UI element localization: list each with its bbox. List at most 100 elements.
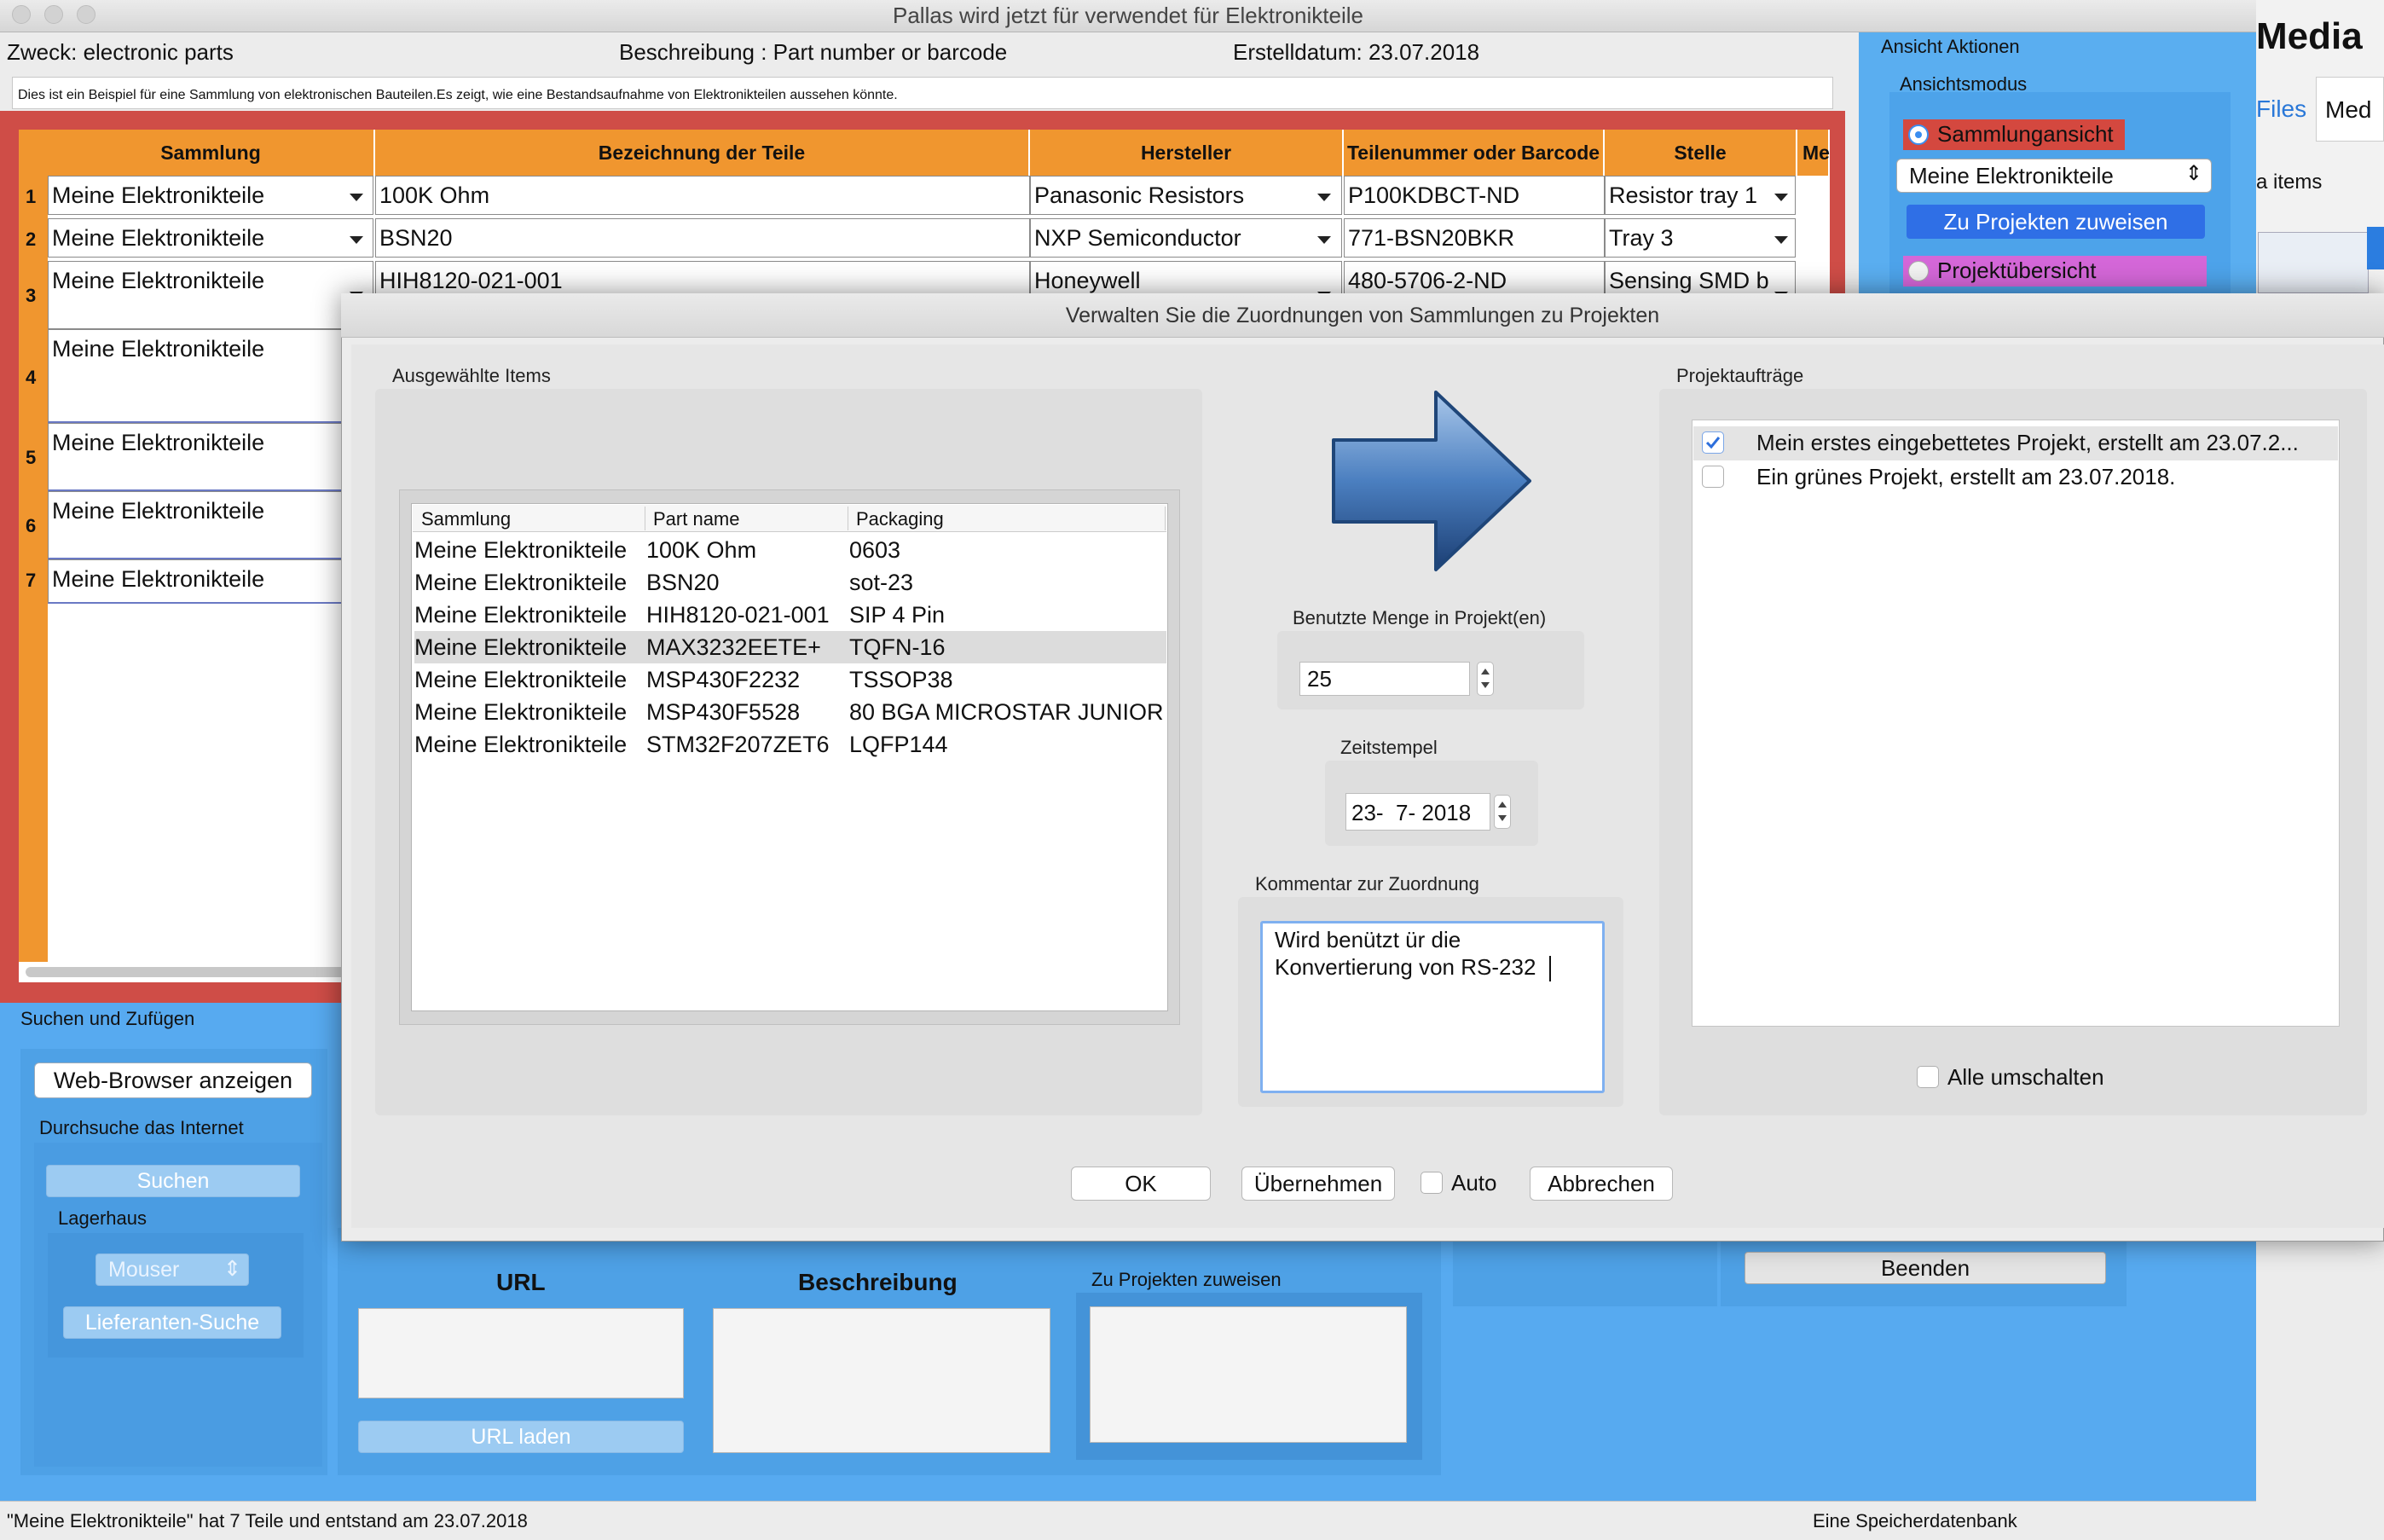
files-tab[interactable]: Files bbox=[2256, 96, 2306, 123]
collection-info-field[interactable]: Dies ist ein Beispiel für eine Sammlung … bbox=[12, 77, 1833, 109]
table-cell-hersteller[interactable]: Panasonic Resistors bbox=[1030, 176, 1342, 215]
assign-projects-field[interactable] bbox=[1090, 1306, 1407, 1443]
col-header-sammlung[interactable]: Sammlung bbox=[421, 508, 511, 530]
table-row[interactable]: Meine Elektronikteile STM32F207ZET6 LQFP14… bbox=[414, 728, 1166, 761]
table-row-selected[interactable]: Meine Elektronikteile MAX3232EETE+ TQFN-16 bbox=[414, 631, 1166, 663]
thumbnail-image bbox=[2258, 232, 2369, 293]
checkmark-icon bbox=[1705, 437, 1721, 449]
table-cell-teilenummer[interactable]: 771-BSN20BKR bbox=[1344, 218, 1605, 258]
chevron-down-icon[interactable] bbox=[344, 177, 369, 214]
chevron-down-icon[interactable] bbox=[1768, 177, 1794, 214]
assign-to-projects-button[interactable]: Zu Projekten zuweisen bbox=[1907, 205, 2205, 239]
timestamp-value: 23- 7- 2018 bbox=[1351, 800, 1472, 825]
projects-list bbox=[1692, 420, 2340, 1027]
project-item-label: Mein erstes eingebettetes Projekt, erste… bbox=[1756, 430, 2299, 455]
table-cell-sammlung[interactable]: Meine Elektronikteile bbox=[48, 329, 373, 423]
med-tab[interactable]: Med bbox=[2316, 77, 2384, 142]
med-tab-label: Med bbox=[2325, 96, 2372, 123]
toggle-all-checkbox[interactable] bbox=[1917, 1066, 1939, 1088]
comment-textarea[interactable]: Wird benützt ür die Konvertierung von RS… bbox=[1260, 921, 1605, 1093]
updown-chevron-icon: ⇕ bbox=[2184, 162, 2202, 185]
chevron-down-icon[interactable] bbox=[1311, 177, 1337, 214]
radio-selected-icon bbox=[1908, 124, 1929, 145]
table-row[interactable]: Meine Elektronikteile HIH8120-021-001 SIP … bbox=[414, 599, 1166, 631]
apply-button[interactable]: Übernehmen bbox=[1241, 1167, 1395, 1201]
table-cell-sammlung[interactable]: Meine Elektronikteile bbox=[48, 176, 373, 215]
col-header-sammlung[interactable]: Sammlung bbox=[48, 130, 375, 176]
row-number-column bbox=[19, 130, 48, 962]
web-browser-button[interactable]: Web-Browser anzeigen bbox=[34, 1062, 312, 1098]
status-right-text: Eine Speicherdatenbank bbox=[1813, 1510, 2017, 1531]
url-field[interactable] bbox=[358, 1308, 684, 1398]
collection-select-value: Meine Elektronikteile bbox=[1909, 163, 2114, 188]
window-title: Pallas wird jetzt für verwendet für Elek… bbox=[892, 3, 1363, 28]
timestamp-input[interactable]: 23- 7- 2018 bbox=[1345, 793, 1490, 831]
table-cell-sammlung[interactable]: Meine Elektronikteile bbox=[48, 491, 373, 559]
quantity-input[interactable]: 25 bbox=[1299, 662, 1470, 696]
radio-projects-label: Projektübersicht bbox=[1937, 258, 2097, 283]
col-header-bezeichnung[interactable]: Bezeichnung der Teile bbox=[375, 130, 1030, 176]
table-cell-bezeichnung[interactable]: 100K Ohm bbox=[375, 176, 1030, 215]
quit-button[interactable]: Beenden bbox=[1745, 1252, 2106, 1284]
status-left-text: "Meine Elektronikteile" hat 7 Teile und … bbox=[7, 1510, 528, 1531]
warehouse-select-value: Mouser bbox=[108, 1258, 180, 1282]
warehouse-group bbox=[48, 1233, 304, 1358]
quantity-value: 25 bbox=[1307, 666, 1332, 692]
col-header-packaging[interactable]: Packaging bbox=[856, 508, 944, 530]
background-window: Media Files Med a items bbox=[2256, 0, 2384, 293]
timestamp-stepper[interactable] bbox=[1494, 795, 1511, 829]
table-row[interactable]: Meine Elektronikteile MSP430F2232 TSSOP38 bbox=[414, 663, 1166, 696]
window-title-bar: Pallas wird jetzt für verwendet für Elek… bbox=[0, 0, 2256, 32]
items-select-label: a items bbox=[2256, 171, 2323, 194]
col-header-stelle[interactable]: Stelle bbox=[1605, 130, 1797, 176]
table-cell-hersteller[interactable]: NXP Semiconductor bbox=[1030, 218, 1342, 258]
table-cell-sammlung[interactable]: Meine Elektronikteile bbox=[48, 261, 373, 329]
media-title: Media bbox=[2256, 15, 2363, 57]
table-row[interactable]: Meine Elektronikteile BSN20 sot-23 bbox=[414, 566, 1166, 599]
collection-info-text: Dies ist ein Beispiel für eine Sammlung … bbox=[18, 88, 898, 102]
description-field[interactable] bbox=[713, 1308, 1050, 1453]
quantity-stepper[interactable] bbox=[1477, 662, 1494, 696]
row-number: 3 bbox=[26, 285, 37, 306]
col-header-me[interactable]: Me bbox=[1797, 130, 1830, 176]
table-cell-sammlung[interactable]: Meine Elektronikteile bbox=[48, 423, 373, 491]
cancel-button[interactable]: Abbrechen bbox=[1530, 1167, 1673, 1201]
table-row[interactable]: Meine Elektronikteile MSP430F5528 80 BGA M… bbox=[414, 696, 1166, 728]
col-header-hersteller[interactable]: Hersteller bbox=[1030, 130, 1344, 176]
col-header-teilenummer[interactable]: Teilenummer oder Barcode bbox=[1344, 130, 1605, 176]
collection-select[interactable]: Meine Elektronikteile ⇕ bbox=[1896, 159, 2212, 193]
project-item-label: Ein grünes Projekt, erstellt am 23.07.20… bbox=[1756, 464, 2176, 489]
load-url-button[interactable]: URL laden bbox=[358, 1421, 684, 1453]
project-checkbox-checked[interactable] bbox=[1702, 431, 1724, 454]
project-checkbox[interactable] bbox=[1702, 466, 1724, 488]
col-header-part-name[interactable]: Part name bbox=[653, 508, 740, 530]
table-cell-stelle[interactable]: Tray 3 bbox=[1605, 218, 1796, 258]
ok-button[interactable]: OK bbox=[1071, 1167, 1211, 1201]
radio-project-overview[interactable]: Projektübersicht bbox=[1903, 256, 2207, 287]
row-number: 4 bbox=[26, 367, 37, 388]
description-label: Beschreibung : Part number or barcode bbox=[619, 39, 1008, 65]
auto-checkbox[interactable] bbox=[1421, 1172, 1443, 1194]
radio-collection-view[interactable]: Sammlungansicht bbox=[1903, 119, 2125, 150]
table-row[interactable]: Meine Elektronikteile 100K Ohm 0603 bbox=[414, 534, 1166, 566]
table-cell-teilenummer[interactable]: P100KDBCT-ND bbox=[1344, 176, 1605, 215]
table-cell-sammlung[interactable]: Meine Elektronikteile bbox=[48, 559, 373, 604]
search-button[interactable]: Suchen bbox=[46, 1165, 300, 1197]
warehouse-label: Lagerhaus bbox=[58, 1207, 147, 1229]
horizontal-scrollbar[interactable] bbox=[26, 967, 350, 977]
search-add-title: Suchen und Zufügen bbox=[20, 1008, 195, 1029]
side-toggle[interactable] bbox=[2367, 227, 2384, 269]
warehouse-select[interactable]: Mouser ⇕ bbox=[95, 1253, 249, 1286]
table-cell-stelle[interactable]: Resistor tray 1 bbox=[1605, 176, 1796, 215]
supplier-search-button[interactable]: Lieferanten-Suche bbox=[63, 1306, 281, 1339]
url-label: URL bbox=[496, 1269, 546, 1295]
description-field-label: Beschreibung bbox=[798, 1269, 958, 1295]
status-bar: "Meine Elektronikteile" hat 7 Teile und … bbox=[0, 1501, 2256, 1540]
chevron-down-icon[interactable] bbox=[1311, 219, 1337, 257]
arrow-right-icon bbox=[1332, 391, 1531, 571]
chevron-down-icon[interactable] bbox=[1768, 219, 1794, 257]
table-cell-bezeichnung[interactable]: BSN20 bbox=[375, 218, 1030, 258]
table-cell-sammlung[interactable]: Meine Elektronikteile bbox=[48, 218, 373, 258]
selected-items-label: Ausgewählte Items bbox=[392, 365, 551, 386]
chevron-down-icon[interactable] bbox=[344, 219, 369, 257]
